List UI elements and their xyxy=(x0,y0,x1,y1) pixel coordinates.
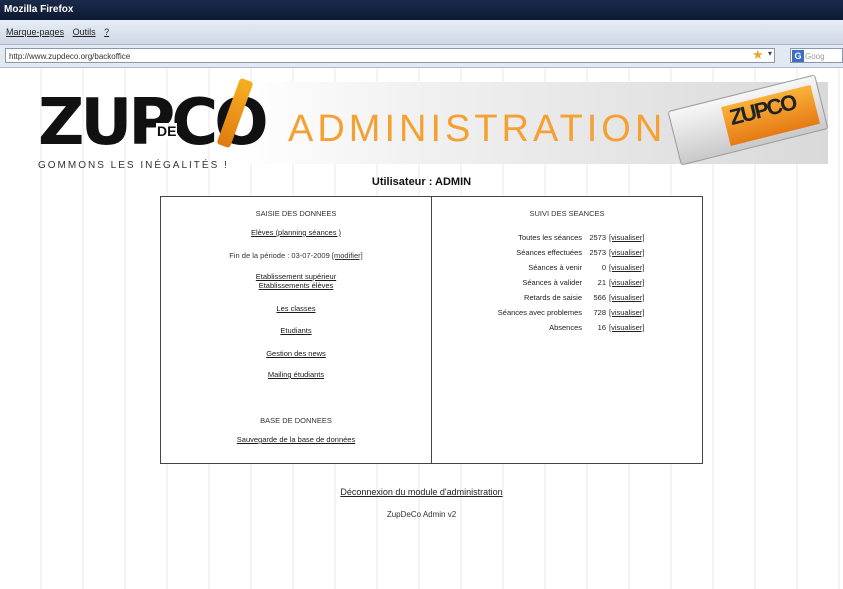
stat-row: Retards de saisie 566 [visualiser] xyxy=(432,293,662,303)
menu-help[interactable]: ? xyxy=(104,20,109,44)
modify-period-link[interactable]: [modifier] xyxy=(332,251,363,260)
logout-link[interactable]: Déconnexion du module d'administration xyxy=(0,487,843,497)
sessions-heading: SUIVI DES SEANCES xyxy=(529,209,605,218)
search-field[interactable]: G Goog xyxy=(790,48,843,63)
higher-establishment-link[interactable]: Etablissement supérieur xyxy=(161,272,431,281)
classes-link[interactable]: Les classes xyxy=(161,304,431,313)
view-link[interactable]: [visualiser] xyxy=(609,263,644,272)
admin-panel: SAISIE DES DONNEES Elèves (planning séan… xyxy=(160,196,703,464)
user-label: Utilisateur : ADMIN xyxy=(371,176,472,188)
google-icon[interactable]: G xyxy=(792,50,804,62)
mailing-students-link[interactable]: Mailing étudiants xyxy=(161,370,431,379)
view-link[interactable]: [visualiser] xyxy=(609,293,644,302)
stat-row: Absences 16 [visualiser] xyxy=(432,323,662,333)
navigation-toolbar: http://www.zupdeco.org/backoffice ★ ▾ GG… xyxy=(0,45,843,68)
stat-label: Séances avec problemes xyxy=(497,308,582,317)
window-titlebar: Mozilla Firefox xyxy=(0,0,843,20)
version-label: ZupDeCo Admin v2 xyxy=(386,510,457,519)
stat-row: Séances à venir 0 [visualiser] xyxy=(432,263,662,273)
students-link[interactable]: Etudiants xyxy=(161,326,431,335)
database-heading: BASE DE DONNEES xyxy=(260,416,332,425)
stat-label: Absences xyxy=(549,323,582,332)
view-link[interactable]: [visualiser] xyxy=(609,323,644,332)
period-text: Fin de la période : 03-07-2009 xyxy=(229,251,330,260)
stat-value: 0 xyxy=(601,263,606,272)
stat-value: 728 xyxy=(593,308,606,317)
data-entry-heading: SAISIE DES DONNEES xyxy=(255,209,337,218)
url-dropdown-icon[interactable]: ▾ xyxy=(768,49,772,58)
view-link[interactable]: [visualiser] xyxy=(609,248,644,257)
news-management-link[interactable]: Gestion des news xyxy=(161,349,431,358)
student-establishments-link[interactable]: Etablissements élèves xyxy=(161,281,431,290)
view-link[interactable]: [visualiser] xyxy=(609,233,644,242)
stat-label: Séances à valider xyxy=(522,278,582,287)
stat-value: 2573 xyxy=(589,233,606,242)
window-title: Mozilla Firefox xyxy=(4,4,74,15)
menu-tools[interactable]: Outils xyxy=(73,20,96,44)
logo-tagline: GOMMONS LES INÉGALITÉS ! xyxy=(38,160,229,171)
view-link[interactable]: [visualiser] xyxy=(609,308,644,317)
menu-bar: Marque-pages Outils ? xyxy=(0,20,843,45)
stat-value: 21 xyxy=(597,278,606,287)
stat-label: Retards de saisie xyxy=(524,293,582,302)
stat-row: Séances avec problemes 728 [visualiser] xyxy=(432,308,662,318)
stat-row: Séances effectuées 2573 [visualiser] xyxy=(432,248,662,258)
stat-row: Séances à valider 21 [visualiser] xyxy=(432,278,662,288)
zupdeco-logo: ZUPCO DE GOMMONS LES INÉGALITÉS ! xyxy=(38,77,269,182)
search-placeholder: Goog xyxy=(805,52,825,61)
period-row: Fin de la période : 03-07-2009 [modifier… xyxy=(161,251,431,260)
stat-value: 566 xyxy=(593,293,606,302)
page-content: ZUPCO DE GOMMONS LES INÉGALITÉS ! ADMINI… xyxy=(0,68,843,589)
database-backup-link[interactable]: Sauvegarde de la base de données xyxy=(161,435,431,444)
stat-value: 16 xyxy=(597,323,606,332)
bookmark-star-icon[interactable]: ★ xyxy=(752,48,766,62)
menu-bookmarks[interactable]: Marque-pages xyxy=(6,20,64,44)
stat-label: Toutes les séances xyxy=(518,233,582,242)
url-field[interactable]: http://www.zupdeco.org/backoffice xyxy=(5,48,775,63)
view-link[interactable]: [visualiser] xyxy=(609,278,644,287)
stat-label: Séances effectuées xyxy=(516,248,582,257)
stat-value: 2573 xyxy=(589,248,606,257)
students-planning-link[interactable]: Elèves (planning séances ) xyxy=(161,228,431,237)
logo-de: DE xyxy=(156,123,178,139)
page-title: ADMINISTRATION xyxy=(288,108,667,150)
stat-label: Séances à venir xyxy=(528,263,582,272)
stat-row: Toutes les séances 2573 [visualiser] xyxy=(432,233,662,243)
